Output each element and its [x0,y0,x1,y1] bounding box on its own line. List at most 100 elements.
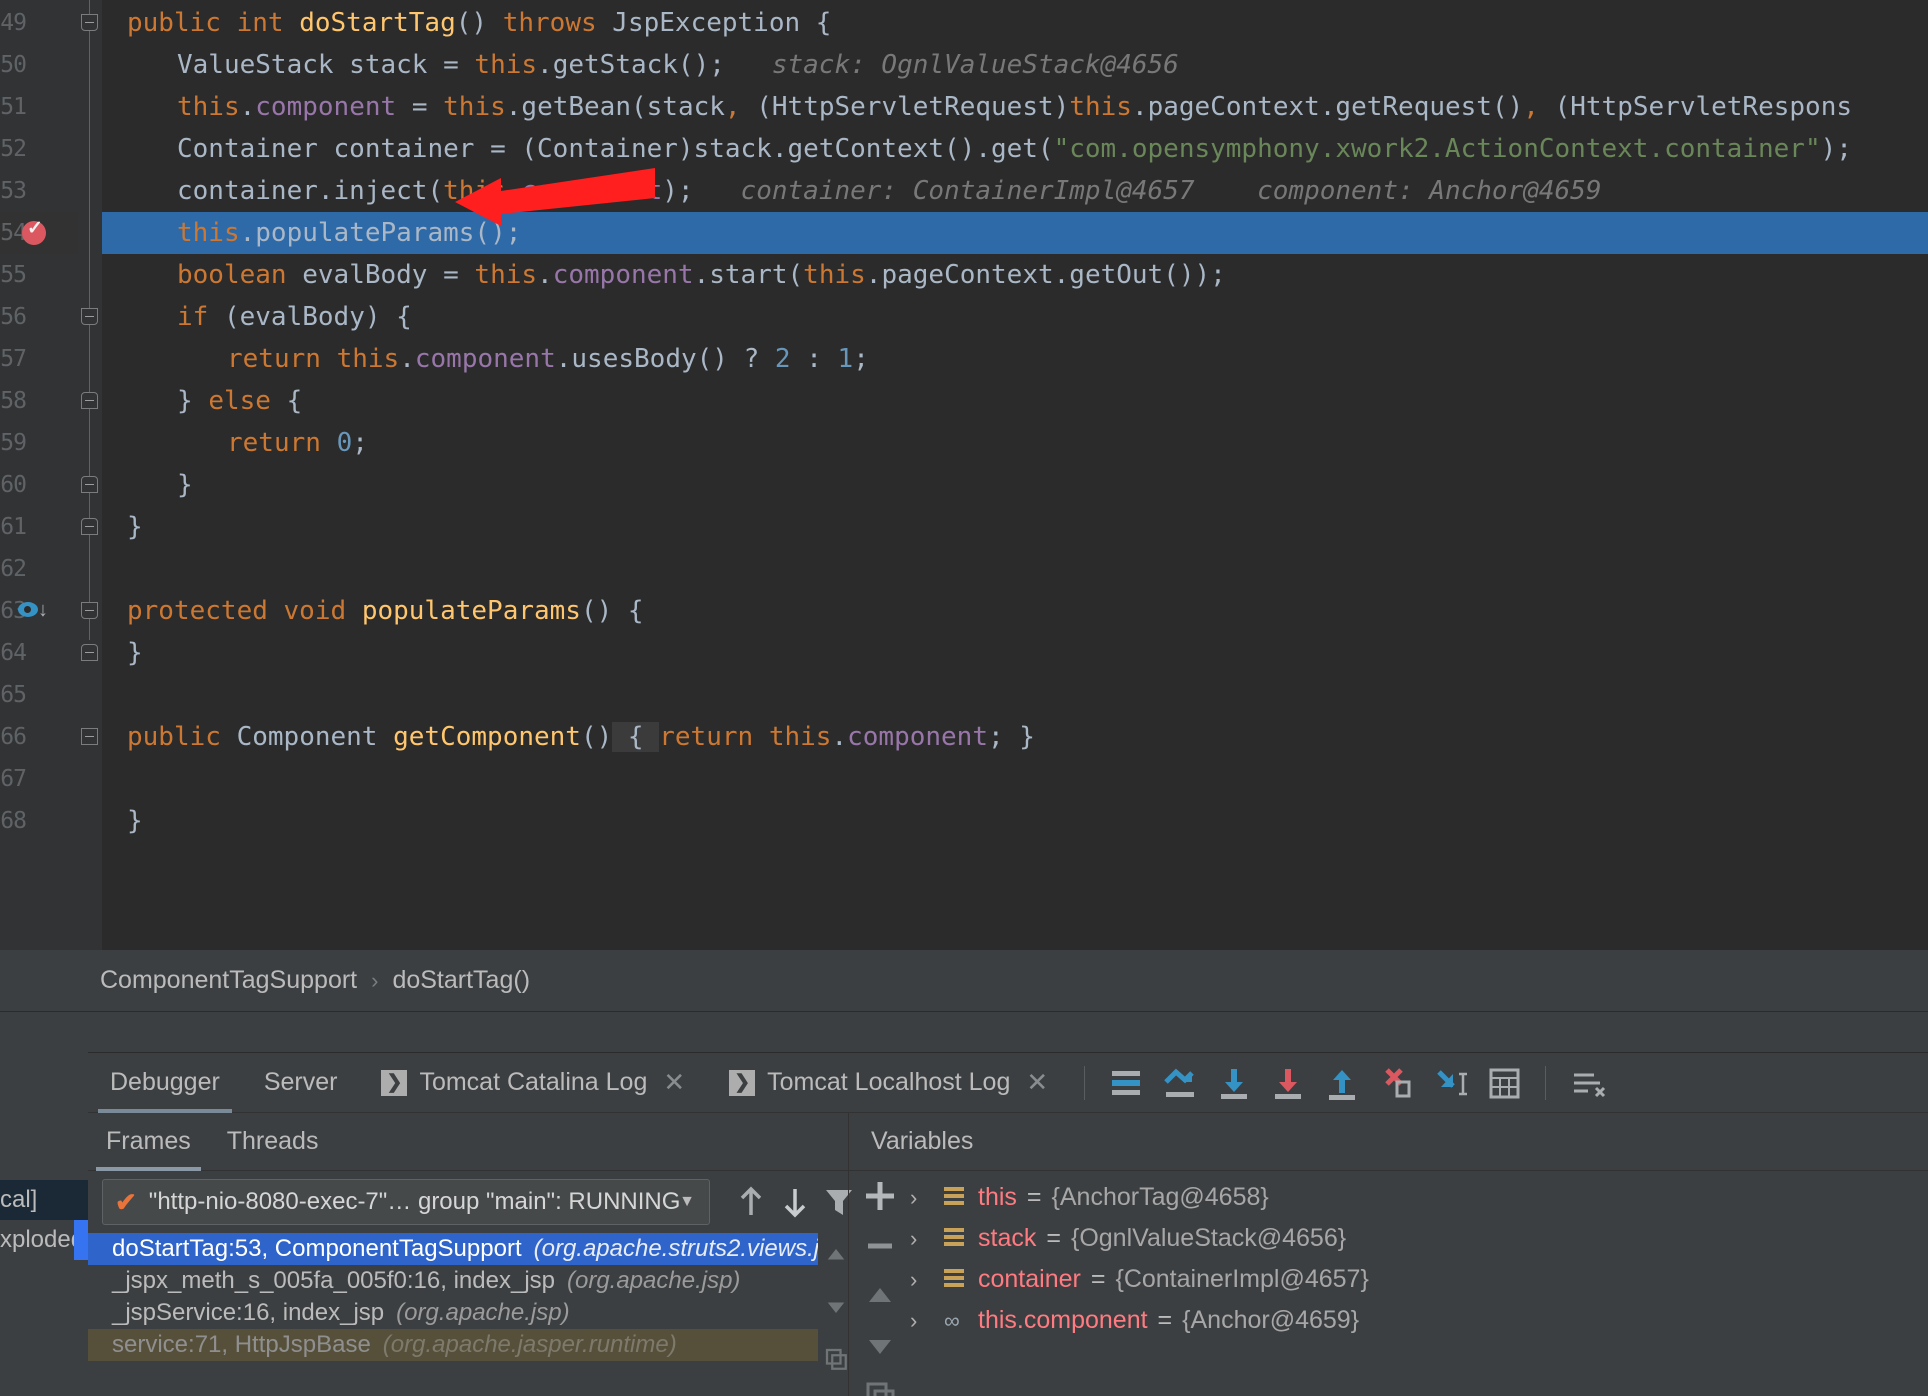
code-line[interactable]: Container container = (Container)stack.g… [102,128,1928,170]
chevron-down-icon[interactable]: ▼ [679,1193,695,1211]
breadcrumb-class[interactable]: ComponentTagSupport [100,966,357,995]
trace-over-icon[interactable] [1159,1062,1201,1104]
code-line[interactable]: public Component getComponent() { return… [102,716,1928,758]
arrow-down-icon[interactable] [774,1181,816,1223]
tab-debugger[interactable]: Debugger [88,1053,242,1113]
tab-tomcat-catalina-log[interactable]: ❯ Tomcat Catalina Log ✕ [359,1053,707,1113]
frame-row[interactable]: doStartTag:53, ComponentTagSupport (org.a… [88,1233,818,1265]
chevron-right-icon[interactable]: › [910,1308,944,1334]
code-folding-rail[interactable] [78,0,102,950]
breadcrumb-method[interactable]: doStartTag() [392,966,530,995]
variables-list[interactable]: › this = {AnchorTag@4658} › stack = {OgnlValueS… [910,1177,1920,1396]
code-line[interactable] [102,548,1928,590]
gutter-row[interactable]: 59 [0,422,78,464]
code-line[interactable]: } [102,632,1928,674]
chevron-right-icon[interactable]: › [910,1185,944,1211]
subtab-frames[interactable]: Frames [88,1113,209,1171]
thread-selector[interactable]: ✔ "http-nio-8080-exec-7"… group "main": R… [102,1179,710,1225]
gutter-row[interactable]: 52 [0,128,78,170]
gutter-row[interactable]: 63 ↓ [0,590,78,632]
step-over-icon[interactable] [1213,1062,1255,1104]
code-line[interactable]: } [102,800,1928,842]
step-out-icon[interactable] [1321,1062,1363,1104]
frame-row[interactable]: service:71, HttpJspBase (org.apache.jaspe… [88,1329,818,1361]
triangle-down-icon[interactable] [856,1321,904,1371]
plus-icon[interactable] [856,1171,904,1221]
code-line[interactable]: public int doStartTag() throws JspExcept… [102,2,1928,44]
chevron-right-icon[interactable]: › [910,1267,944,1293]
variable-row[interactable]: › ∞ this.component = {Anchor@4659} [910,1300,1920,1341]
gutter-row[interactable]: 68 [0,800,78,842]
code-text-area[interactable]: public int doStartTag() throws JspExcept… [102,0,1928,950]
triangle-up-icon[interactable] [856,1271,904,1321]
gutter-row[interactable]: 65 [0,674,78,716]
gutter-row[interactable]: 62 [0,548,78,590]
breakpoint-icon[interactable]: ✓ [22,219,46,245]
panel-divider[interactable] [848,1171,849,1396]
fold-toggle-icon[interactable] [81,392,98,409]
code-line[interactable]: boolean evalBody = this.component.start(… [102,254,1928,296]
fold-toggle-icon[interactable] [81,644,98,661]
frames-list[interactable]: doStartTag:53, ComponentTagSupport (org.a… [88,1233,818,1396]
force-step-into-icon[interactable] [1375,1062,1417,1104]
code-line[interactable] [102,674,1928,716]
frames-toolbar[interactable]: ✔ "http-nio-8080-exec-7"… group "main": R… [88,1171,852,1233]
fold-toggle-icon[interactable] [81,308,98,325]
step-into-icon[interactable] [1267,1062,1309,1104]
method-run-marker-icon[interactable]: ↓ [18,598,52,624]
variable-row[interactable]: › stack = {OgnlValueStack@4656} [910,1218,1920,1259]
gutter-row[interactable]: 58 [0,380,78,422]
gutter-row[interactable]: 51 [0,86,78,128]
gutter-row[interactable]: 60 [0,464,78,506]
code-line[interactable]: if (evalBody) { [102,296,1928,338]
gutter-row[interactable]: 49 [0,2,78,44]
chevron-right-icon[interactable]: › [910,1226,944,1252]
debug-tab-bar[interactable]: Debugger Server ❯ Tomcat Catalina Log ✕ ❯ Tomc… [88,1053,1928,1113]
minus-icon[interactable] [856,1221,904,1271]
code-line[interactable]: return this.component.usesBody() ? 2 : 1… [102,338,1928,380]
fold-toggle-icon[interactable] [81,518,98,535]
code-line[interactable]: return 0; [102,422,1928,464]
gutter-row[interactable]: 55 [0,254,78,296]
frame-row[interactable]: _jspx_meth_s_005fa_005f0:16, index_jsp (o… [88,1265,818,1297]
close-icon[interactable]: ✕ [663,1067,685,1098]
code-line[interactable]: } [102,464,1928,506]
copy-icon[interactable] [856,1371,904,1396]
code-line[interactable]: this.populateParams(); [102,212,1928,254]
mute-breakpoints-icon[interactable] [1566,1062,1608,1104]
fold-toggle-icon[interactable] [81,728,98,745]
run-configuration-strip[interactable]: cal] xploded [0,1012,88,1396]
variable-row[interactable]: › container = {ContainerImpl@4657} [910,1259,1920,1300]
code-line[interactable] [102,758,1928,800]
subtab-threads[interactable]: Threads [209,1113,337,1171]
arrow-up-icon[interactable] [730,1181,772,1223]
gutter-row[interactable]: 67 [0,758,78,800]
code-line[interactable]: protected void populateParams() { [102,590,1928,632]
code-line[interactable]: container.inject(this.component); contai… [102,170,1928,212]
fold-toggle-icon[interactable] [81,14,98,31]
run-config-chip[interactable]: cal] [0,1180,88,1220]
code-line[interactable]: this.component = this.getBean(stack, (Ht… [102,86,1928,128]
console-lines-icon[interactable] [1105,1062,1147,1104]
gutter-row[interactable]: 56 [0,296,78,338]
gutter-row[interactable]: 50 [0,44,78,86]
evaluate-expression-icon[interactable] [1483,1062,1525,1104]
variable-row[interactable]: › this = {AnchorTag@4658} [910,1177,1920,1218]
fold-toggle-icon[interactable] [81,602,98,619]
tab-tomcat-localhost-log[interactable]: ❯ Tomcat Localhost Log ✕ [707,1053,1070,1113]
editor-gutter[interactable]: 49 50 51 52 53 54 ✓ 55 56 57 58 59 60 61 62 63 ↓ 64 65 66 67… [0,0,78,950]
gutter-row[interactable]: 53 [0,170,78,212]
gutter-row[interactable]: 54 ✓ [0,212,78,254]
code-line[interactable]: } else { [102,380,1928,422]
frames-threads-tabs[interactable]: Frames Threads [88,1113,848,1171]
fold-toggle-icon[interactable] [81,476,98,493]
gutter-row[interactable]: 66 [0,716,78,758]
breadcrumb[interactable]: ComponentTagSupport › doStartTag() [0,950,1928,1012]
code-line[interactable]: } [102,506,1928,548]
code-line[interactable]: ValueStack stack = this.getStack(); stac… [102,44,1928,86]
gutter-row[interactable]: 64 [0,632,78,674]
run-to-cursor-icon[interactable] [1429,1062,1471,1104]
filter-icon[interactable] [818,1181,860,1223]
gutter-row[interactable]: 61 [0,506,78,548]
gutter-row[interactable]: 57 [0,338,78,380]
